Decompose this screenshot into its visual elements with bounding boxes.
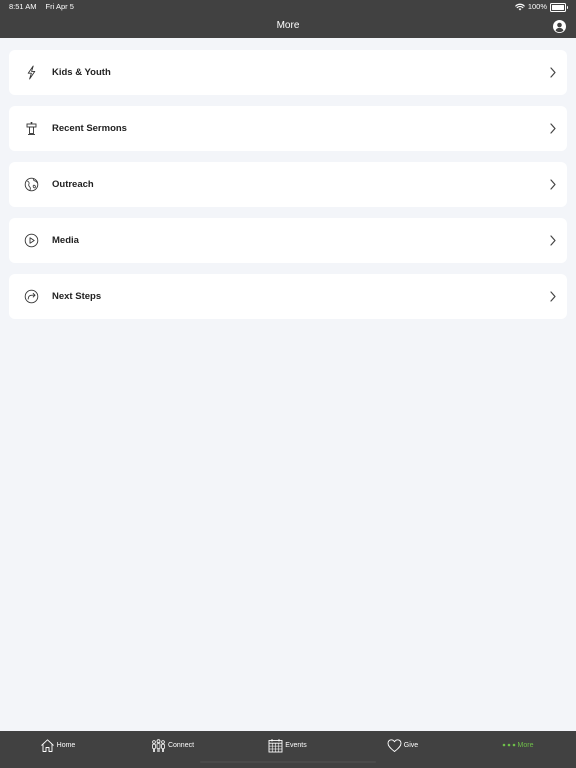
chevron-right-icon (549, 291, 557, 302)
calendar-icon (268, 738, 283, 753)
list-item-label: Kids & Youth (52, 67, 111, 78)
tab-label: More (517, 742, 534, 749)
wifi-icon (515, 3, 525, 11)
profile-button[interactable] (553, 20, 566, 33)
list-item-kids-youth[interactable]: Kids & Youth (9, 50, 567, 95)
header: 8:51 AM Fri Apr 5 100% More (0, 0, 576, 38)
tab-label: Connect (167, 742, 195, 749)
house-icon (40, 738, 55, 753)
lightning-bolt-icon (24, 65, 39, 80)
battery-tip (566, 5, 568, 9)
tab-label: Home (56, 742, 76, 749)
person-circle-icon (553, 20, 566, 33)
heart-icon (387, 738, 402, 753)
globe-icon (24, 177, 39, 192)
status-time: 8:51 AM (9, 2, 37, 11)
chevron-right-icon (549, 123, 557, 134)
list-item-label: Outreach (52, 179, 94, 190)
list-item-recent-sermons[interactable]: Recent Sermons (9, 106, 567, 151)
list-item-label: Next Steps (52, 291, 102, 302)
chevron-right-icon (549, 179, 557, 190)
status-bar-right: 100% (515, 2, 568, 12)
tab-label: Give (403, 742, 419, 749)
forward-arrow-circle-icon (24, 289, 39, 304)
status-bar-left: 8:51 AM Fri Apr 5 (9, 2, 83, 12)
people-icon (151, 738, 166, 753)
more-screen: 8:51 AM Fri Apr 5 100% More Kids & Youth… (0, 0, 576, 768)
list-item-media[interactable]: Media (9, 218, 567, 263)
play-circle-icon (24, 233, 39, 248)
list-item-label: Media (52, 235, 79, 246)
pulpit-icon (24, 121, 39, 136)
battery-fill (552, 4, 564, 10)
more-list: Kids & Youth Recent Sermons Outreach Med… (9, 50, 567, 330)
battery-percent: 100% (527, 2, 547, 11)
tab-more[interactable]: More (460, 731, 575, 768)
list-item-label: Recent Sermons (52, 123, 127, 134)
chevron-right-icon (549, 67, 557, 78)
tab-label: Events (285, 742, 307, 749)
tab-home[interactable]: Home (0, 731, 115, 768)
list-item-next-steps[interactable]: Next Steps (9, 274, 567, 319)
home-indicator (200, 761, 376, 763)
status-date: Fri Apr 5 (45, 2, 74, 11)
battery-icon (550, 2, 568, 12)
page-title: More (276, 20, 300, 31)
three-dots-icon (502, 743, 516, 747)
chevron-right-icon (549, 235, 557, 246)
list-item-outreach[interactable]: Outreach (9, 162, 567, 207)
